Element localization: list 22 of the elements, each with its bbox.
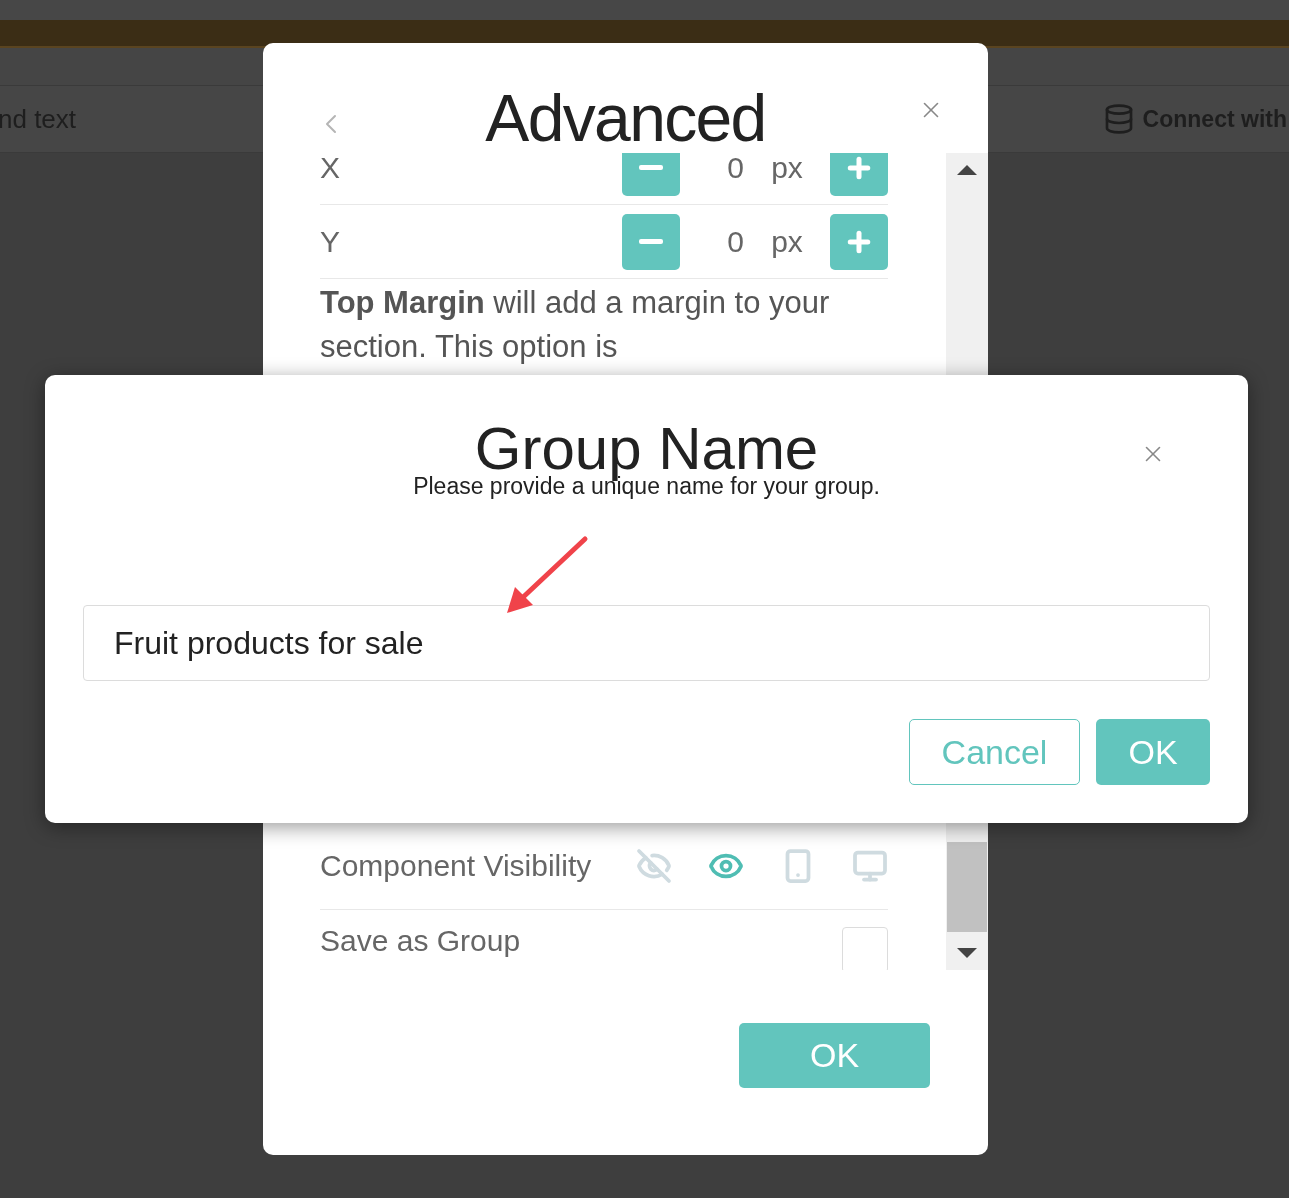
row-value: 0 <box>726 153 744 186</box>
minus-icon <box>639 165 663 170</box>
row-label: X <box>320 153 341 186</box>
unit-label: px <box>770 153 804 186</box>
decrease-button[interactable] <box>622 213 680 270</box>
help-text: Top Margin will add a margin to your section. This option is <box>320 284 831 366</box>
minus-icon <box>639 239 663 244</box>
row-value: 0 <box>726 224 744 260</box>
ok-button[interactable]: OK <box>1096 719 1210 785</box>
decrease-button[interactable] <box>622 153 680 196</box>
row-label: Y <box>320 224 341 260</box>
unit-label: px <box>770 224 804 260</box>
increase-button[interactable] <box>830 213 888 270</box>
cancel-button[interactable]: Cancel <box>909 719 1080 785</box>
ok-button[interactable]: OK <box>739 1023 930 1088</box>
save-group-label: Save as Group <box>320 922 522 959</box>
dialog-title: Advanced <box>485 85 766 151</box>
increase-button[interactable] <box>830 153 888 196</box>
checkbox[interactable] <box>842 927 888 970</box>
group-name-field[interactable]: Fruit products for sale <box>83 605 1210 681</box>
eye-off-icon[interactable] <box>636 847 672 884</box>
visibility-label: Component Visibility <box>320 848 593 884</box>
